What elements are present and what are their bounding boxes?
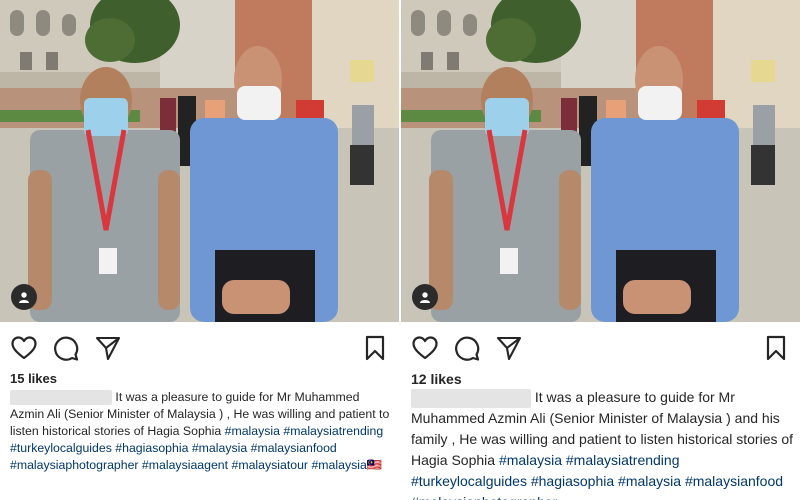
blurred-username (10, 390, 112, 406)
tagged-people-button[interactable] (412, 284, 438, 310)
post-caption: It was a pleasure to guide for Mr Muhamm… (411, 387, 794, 500)
tagged-people-button[interactable] (11, 284, 37, 310)
post-caption: It was a pleasure to guide for Mr Muhamm… (10, 389, 393, 474)
post-photo[interactable] (0, 0, 399, 322)
post-actions (10, 334, 389, 362)
instagram-post-left: 15 likes It was a pleasure to guide for … (0, 0, 399, 500)
person-tag-icon (17, 290, 31, 304)
paper-plane-icon[interactable] (94, 334, 122, 362)
bookmark-icon[interactable] (361, 334, 389, 362)
post-actions (411, 334, 790, 362)
comment-icon[interactable] (52, 334, 80, 362)
blurred-username (411, 388, 531, 408)
instagram-post-right: 12 likes It was a pleasure to guide for … (401, 0, 800, 500)
heart-icon[interactable] (411, 334, 439, 362)
post-photo[interactable] (401, 0, 800, 322)
person-tag-icon (418, 290, 432, 304)
likes-count[interactable]: 12 likes (411, 371, 462, 387)
comment-icon[interactable] (453, 334, 481, 362)
bookmark-icon[interactable] (762, 334, 790, 362)
likes-count[interactable]: 15 likes (10, 371, 57, 386)
heart-icon[interactable] (10, 334, 38, 362)
paper-plane-icon[interactable] (495, 334, 523, 362)
